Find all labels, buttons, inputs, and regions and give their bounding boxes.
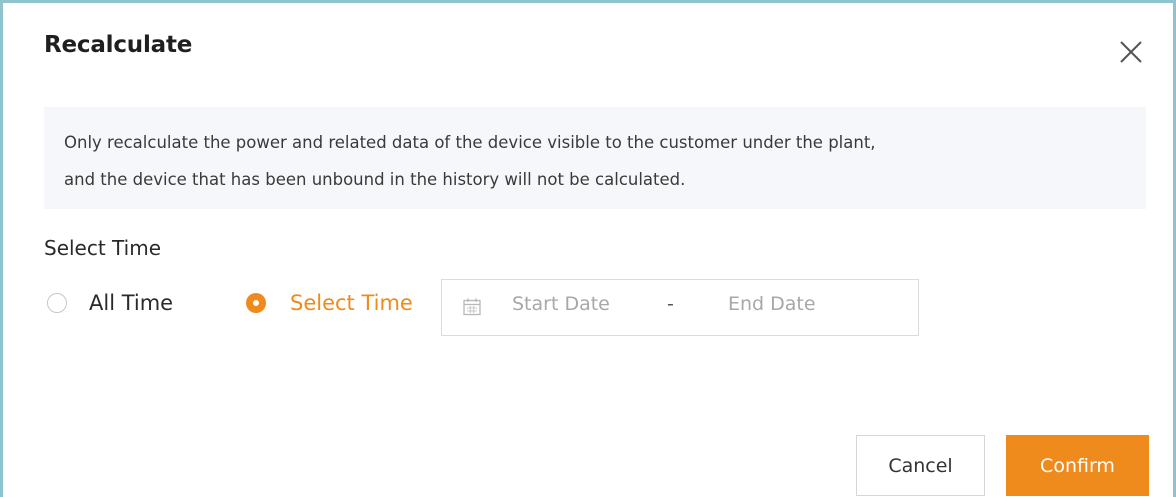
cancel-button[interactable]: Cancel	[856, 435, 985, 496]
start-date-input[interactable]	[512, 293, 652, 315]
date-range-separator: -	[667, 293, 674, 315]
radio-select-time-label[interactable]: Select Time	[290, 291, 413, 315]
calendar-icon	[462, 297, 482, 317]
radio-unchecked-icon[interactable]	[47, 293, 67, 313]
notice-line-1: Only recalculate the power and related d…	[64, 133, 876, 152]
recalculate-dialog: Recalculate Only recalculate the power a…	[0, 0, 1176, 497]
radio-all-time-label[interactable]: All Time	[89, 291, 173, 315]
select-time-label: Select Time	[44, 236, 162, 260]
date-range-picker[interactable]: -	[441, 279, 919, 336]
radio-all-time[interactable]: All Time	[47, 291, 173, 315]
notice-line-2: and the device that has been unbound in …	[64, 170, 686, 189]
confirm-button[interactable]: Confirm	[1006, 435, 1149, 496]
end-date-input[interactable]	[728, 293, 868, 315]
close-icon[interactable]	[1117, 38, 1145, 66]
radio-select-time[interactable]: Select Time	[246, 291, 413, 315]
dialog-title: Recalculate	[44, 32, 193, 58]
radio-checked-icon[interactable]	[246, 293, 266, 313]
notice-box: Only recalculate the power and related d…	[44, 107, 1146, 209]
